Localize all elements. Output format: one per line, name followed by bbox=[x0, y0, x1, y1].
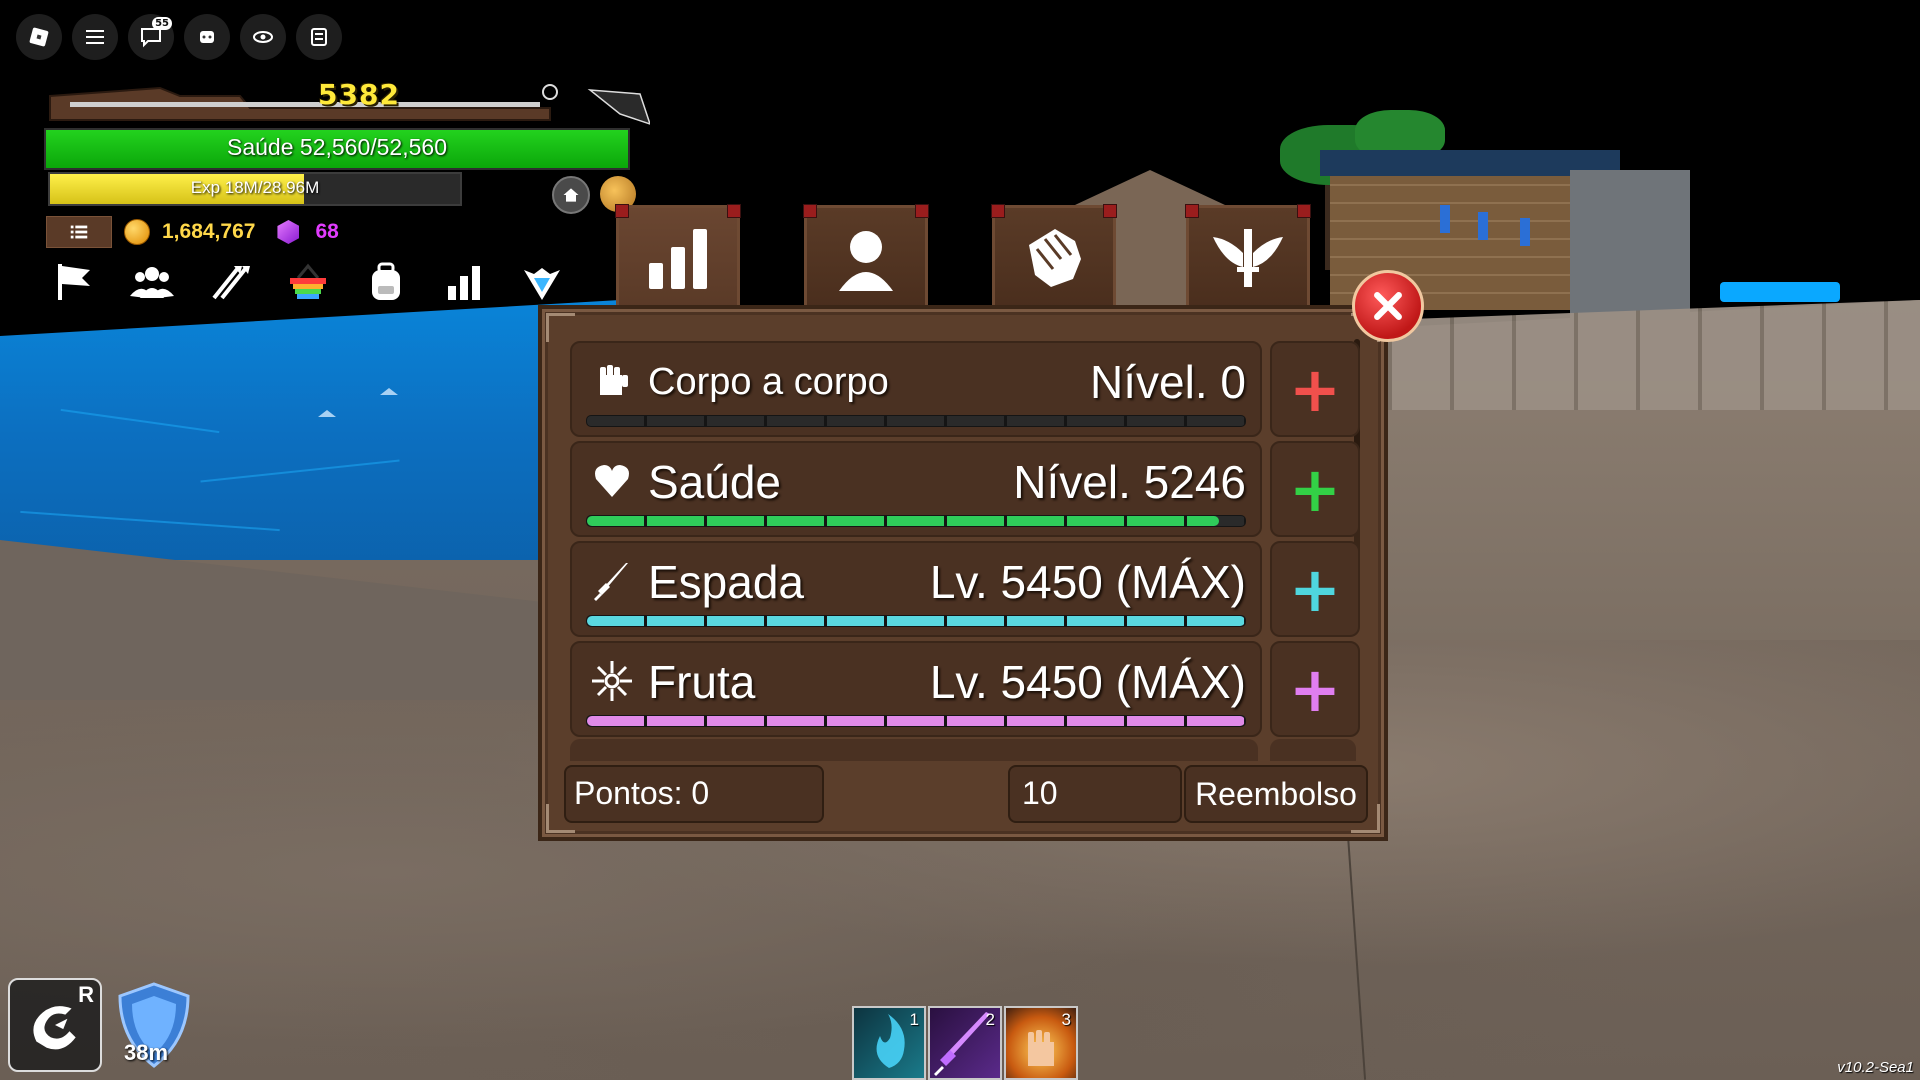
house-window bbox=[1440, 205, 1450, 233]
stat-row-melee: Corpo a corpo Nível. 0 bbox=[570, 341, 1262, 437]
stat-name: Fruta bbox=[648, 656, 756, 708]
stat-row-sword: Espada Lv. 5450 (MÁX) bbox=[570, 541, 1262, 637]
chat-badge: 55 bbox=[152, 17, 172, 30]
stat-progress-bar bbox=[586, 615, 1246, 627]
plus-icon: + bbox=[1289, 652, 1341, 726]
bar-chart-icon bbox=[649, 229, 707, 289]
stats-panel: Corpo a corpo Nível. 0 + Saúde Nível. 52… bbox=[538, 305, 1388, 841]
quantity-value: 10 bbox=[1022, 775, 1058, 811]
house-window bbox=[1520, 218, 1530, 246]
slot-number: 3 bbox=[1061, 1010, 1071, 1029]
exp-bar: Exp 18M/28.96M bbox=[48, 172, 462, 206]
home-icon[interactable] bbox=[552, 176, 590, 214]
hotbar-slot-3[interactable]: 3 bbox=[1004, 1006, 1078, 1080]
stat-level: Lv. 5450 (MÁX) bbox=[929, 556, 1246, 608]
sword-icon bbox=[594, 563, 628, 601]
money-amount: 1,684,767 bbox=[162, 220, 256, 243]
stat-progress-bar bbox=[586, 515, 1246, 527]
exp-text: Exp 18M/28.96M bbox=[190, 178, 320, 197]
points-label: Pontos: 0 bbox=[574, 775, 710, 811]
emblem-icon[interactable] bbox=[518, 258, 566, 306]
stat-name: Espada bbox=[648, 556, 805, 608]
quantity-input[interactable]: 10 bbox=[1008, 765, 1182, 823]
fist-icon bbox=[1029, 229, 1081, 287]
stat-row-partial bbox=[570, 739, 1258, 761]
stat-level: Nível. 5246 bbox=[1013, 456, 1246, 508]
shop-basket-icon[interactable] bbox=[284, 258, 332, 306]
list-menu-icon[interactable] bbox=[46, 216, 112, 248]
stat-level: Nível. 0 bbox=[1090, 356, 1246, 408]
stat-name: Saúde bbox=[648, 456, 782, 508]
hotbar-slot-2[interactable]: 2 bbox=[928, 1006, 1002, 1080]
shield-timer: 38m bbox=[124, 1040, 169, 1065]
add-health-button[interactable]: + bbox=[1270, 441, 1360, 537]
player-level: 5382 bbox=[318, 78, 400, 111]
profile-tab[interactable] bbox=[803, 204, 929, 308]
roblox-topbar: 55 bbox=[16, 14, 342, 60]
water-patch bbox=[1720, 282, 1840, 302]
close-button[interactable] bbox=[1352, 270, 1424, 342]
flag-icon[interactable] bbox=[50, 258, 98, 306]
house-window bbox=[1478, 212, 1488, 240]
plus-icon: + bbox=[1289, 552, 1341, 626]
eye-icon[interactable] bbox=[240, 14, 286, 60]
stats-bars-icon[interactable] bbox=[440, 258, 488, 306]
stat-level: Lv. 5450 (MÁX) bbox=[929, 656, 1246, 708]
add-fruit-button[interactable]: + bbox=[1270, 641, 1360, 737]
arrows-icon[interactable] bbox=[206, 258, 254, 306]
fruit-spark-icon bbox=[592, 661, 632, 701]
fist-icon bbox=[600, 365, 628, 395]
titles-tab[interactable] bbox=[1185, 204, 1311, 308]
add-melee-button[interactable]: + bbox=[1270, 341, 1360, 437]
hotbar-slot-1[interactable]: 1 bbox=[852, 1006, 926, 1080]
stats-footer: Pontos: 0 10 Reembolso bbox=[564, 765, 1368, 823]
close-icon bbox=[1374, 292, 1402, 320]
refund-button[interactable]: Reembolso bbox=[1184, 765, 1368, 823]
stat-progress-bar bbox=[586, 415, 1246, 427]
slot-number: 2 bbox=[985, 1010, 995, 1029]
chat-icon[interactable]: 55 bbox=[128, 14, 174, 60]
plus-icon: + bbox=[1289, 352, 1341, 426]
avatar-icon[interactable] bbox=[184, 14, 230, 60]
stats-tab[interactable] bbox=[615, 204, 741, 308]
currency-row: 1,684,767 68 bbox=[46, 214, 339, 250]
crew-icon[interactable] bbox=[128, 258, 176, 306]
sword-wings-icon bbox=[1213, 229, 1283, 287]
inventory-icon[interactable] bbox=[296, 14, 342, 60]
main-menu-icons bbox=[50, 258, 566, 306]
plus-icon: + bbox=[1289, 452, 1341, 526]
wave-crest bbox=[318, 410, 336, 417]
stat-name: Corpo a corpo bbox=[648, 361, 889, 403]
plus-button-partial bbox=[1270, 739, 1356, 761]
roblox-logo-icon[interactable] bbox=[16, 14, 62, 60]
wave-crest bbox=[380, 388, 398, 395]
health-bar: Saúde 52,560/52,560 bbox=[44, 128, 630, 170]
stat-row-fruit: Fruta Lv. 5450 (MÁX) bbox=[570, 641, 1262, 737]
stat-row-health: Saúde Nível. 5246 bbox=[570, 441, 1262, 537]
gem-amount: 68 bbox=[315, 220, 339, 243]
heart-icon bbox=[595, 465, 629, 497]
backpack-icon[interactable] bbox=[362, 258, 410, 306]
add-sword-button[interactable]: + bbox=[1270, 541, 1360, 637]
coin-icon bbox=[124, 219, 150, 245]
person-icon bbox=[839, 231, 893, 291]
slot-number: 1 bbox=[909, 1010, 919, 1029]
panel-corner bbox=[546, 313, 575, 342]
stat-progress-bar bbox=[586, 715, 1246, 727]
dragon-icon bbox=[33, 1006, 76, 1050]
version-label: v10.2-Sea1 bbox=[1837, 1059, 1914, 1076]
hamburger-menu-icon[interactable] bbox=[72, 14, 118, 60]
gem-icon bbox=[277, 220, 300, 244]
ability-key: R bbox=[78, 982, 94, 1007]
points-display: Pontos: 0 bbox=[564, 765, 824, 823]
house bbox=[1570, 170, 1690, 320]
refund-label: Reembolso bbox=[1195, 775, 1357, 812]
health-text: Saúde 52,560/52,560 bbox=[227, 134, 447, 160]
dragon-ability-button[interactable]: R bbox=[8, 978, 102, 1072]
fighting-style-tab[interactable] bbox=[991, 204, 1117, 308]
hotbar: 1 2 3 bbox=[852, 1006, 1078, 1080]
